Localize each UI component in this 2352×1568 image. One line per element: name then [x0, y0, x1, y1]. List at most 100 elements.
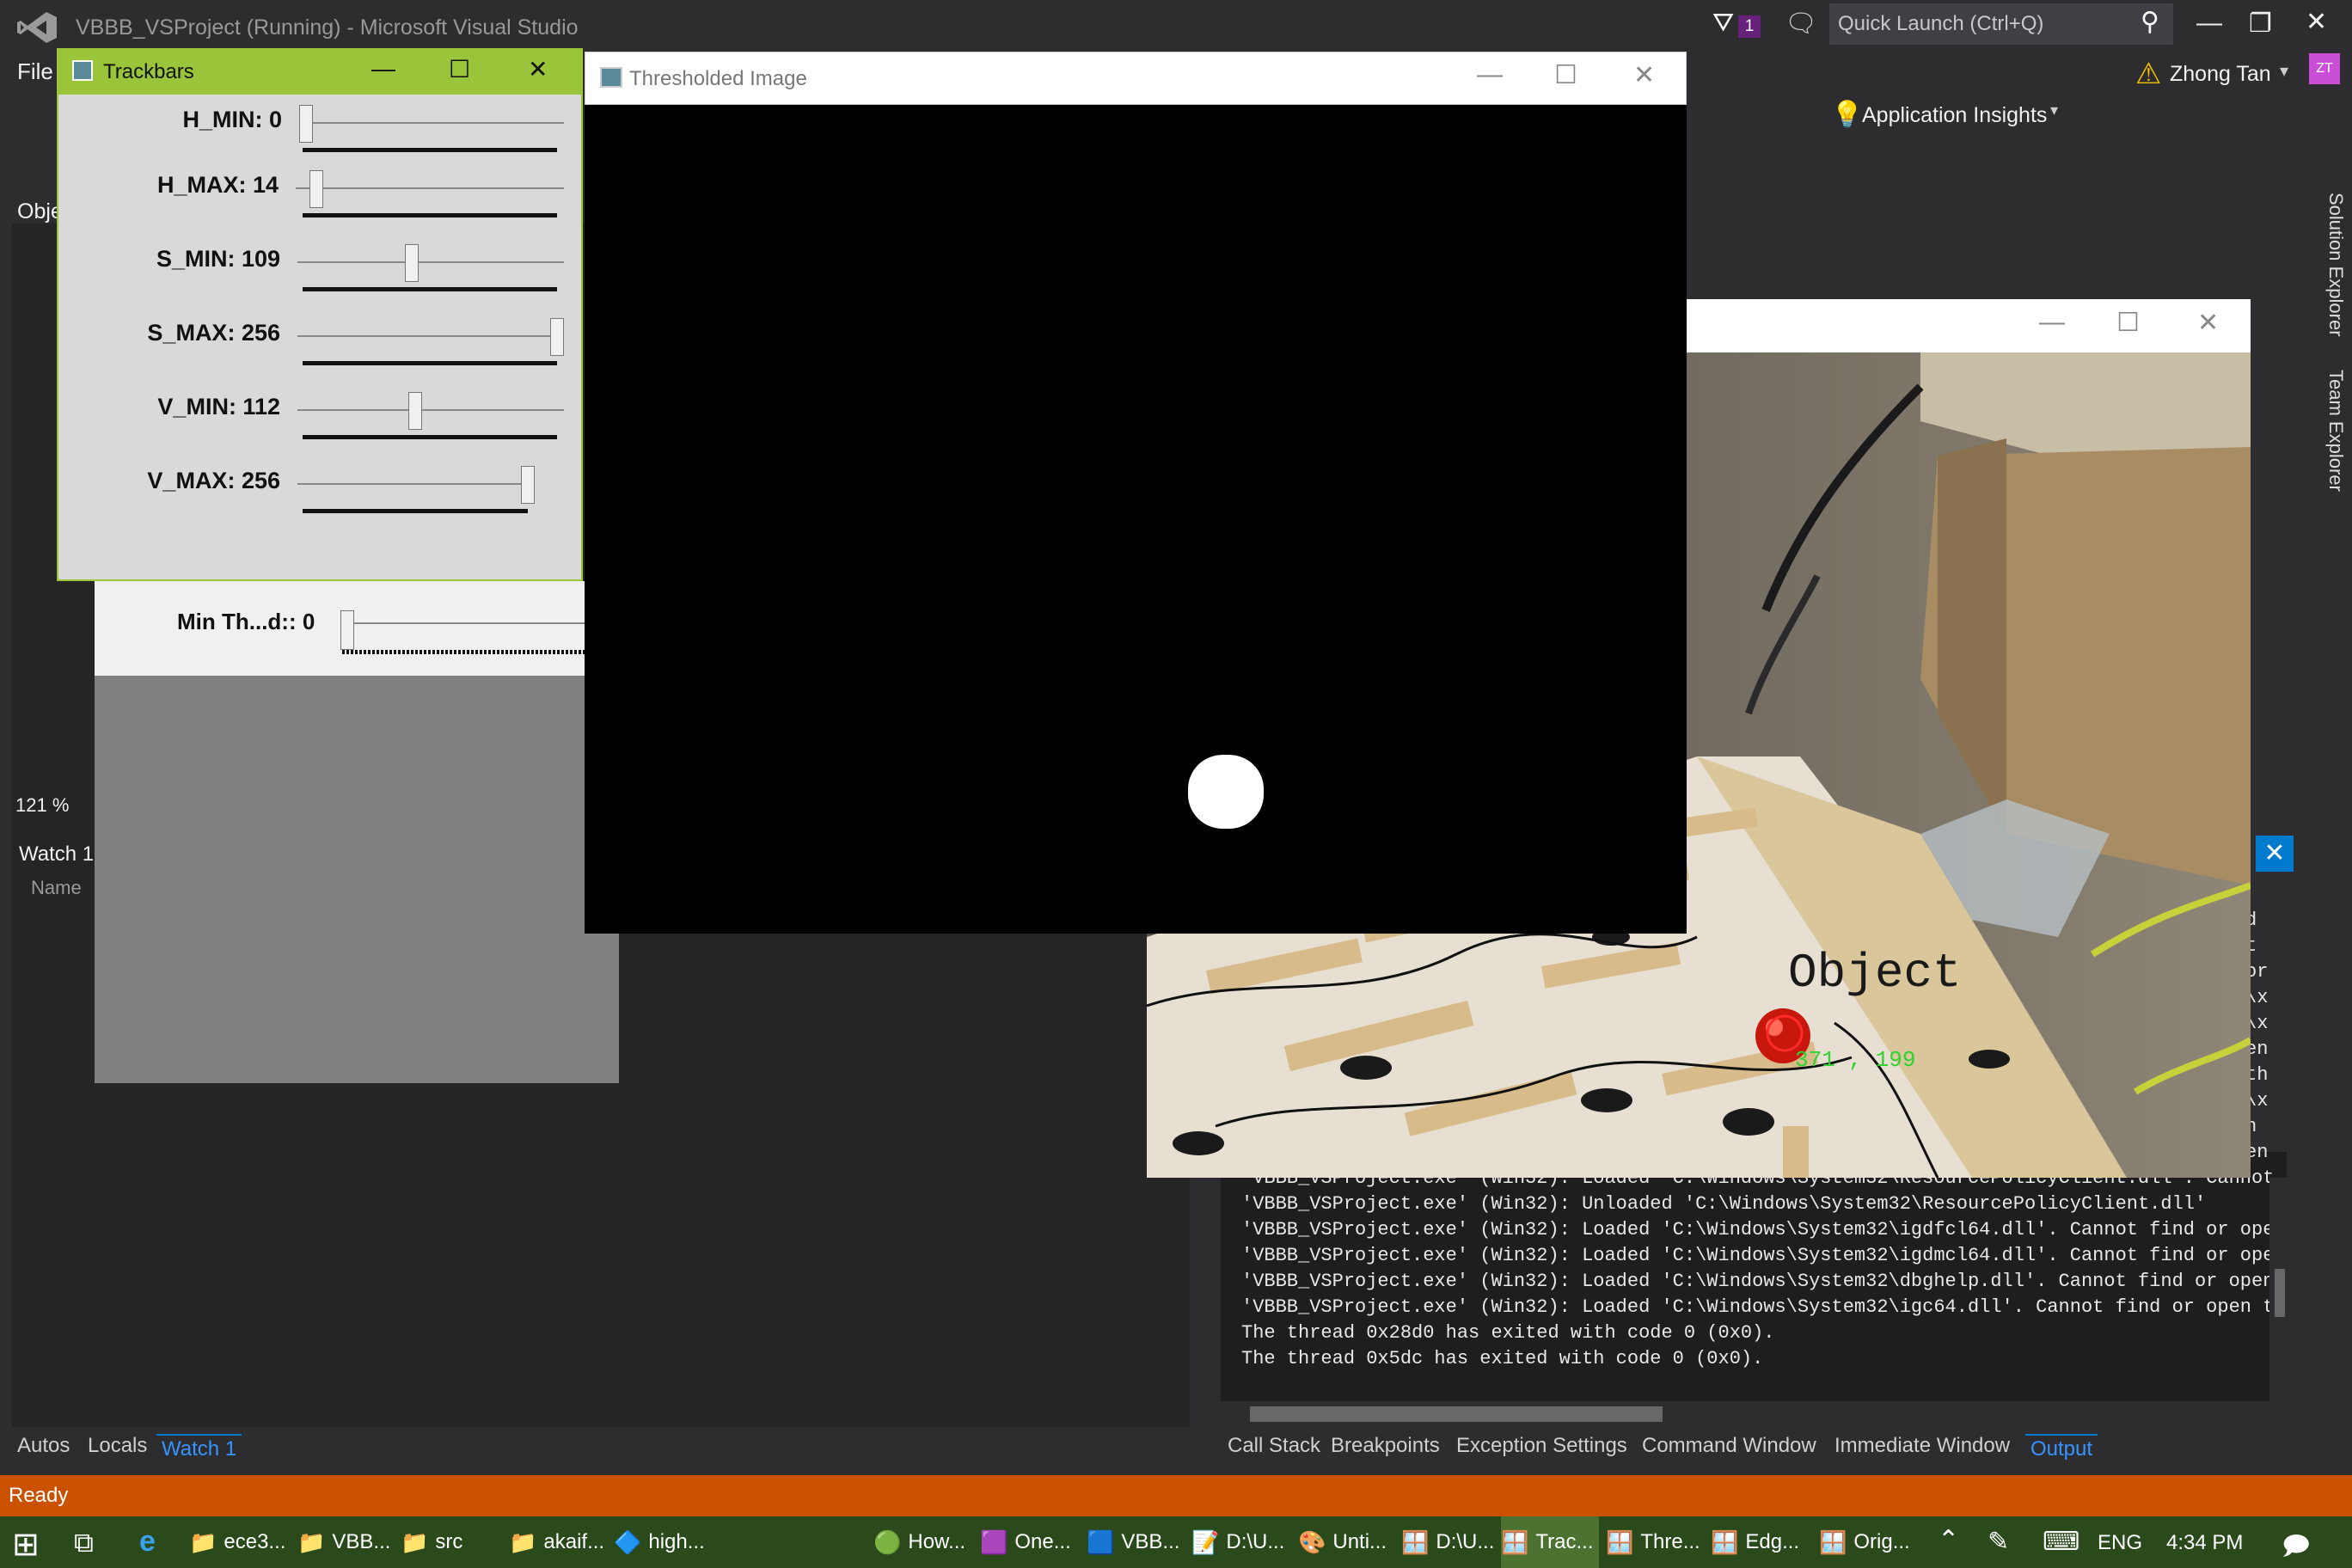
tab-solution-explorer[interactable]: Solution Explorer — [2324, 193, 2347, 337]
trackbar-underline — [303, 509, 528, 513]
trackbar-label: V_MIN: 112 — [157, 394, 280, 420]
side-tool-strip — [2304, 181, 2352, 1436]
menu-file[interactable]: File — [17, 58, 53, 85]
restore-button[interactable]: ❐ — [2249, 9, 2272, 39]
close-button[interactable]: ✕ — [1633, 60, 1655, 90]
minimize-button[interactable]: — — [1477, 60, 1503, 89]
language-indicator[interactable]: ENG — [2098, 1531, 2142, 1555]
app-icon: 📁 — [401, 1529, 429, 1555]
lightbulb-icon[interactable]: 💡 — [1831, 100, 1863, 130]
taskbar-item[interactable]: 🪟 D:\U... — [1401, 1516, 1496, 1568]
output-line: The thread 0x5dc has exited with code 0 … — [1241, 1348, 1764, 1369]
camera-window-titlebar — [1687, 299, 2251, 352]
minimize-button[interactable]: — — [2196, 9, 2222, 38]
tab-locals[interactable]: Locals — [88, 1434, 147, 1458]
status-text: Ready — [9, 1484, 69, 1507]
zoom-level[interactable]: 121 % — [15, 794, 69, 817]
trackbar-track[interactable] — [297, 335, 564, 337]
user-name[interactable]: Zhong Tan — [2170, 62, 2271, 87]
task-view-icon[interactable]: ⧉ — [74, 1527, 94, 1559]
maximize-button[interactable]: ☐ — [2116, 308, 2140, 338]
chevron-up-icon[interactable]: ⌃ — [1938, 1525, 1959, 1555]
taskbar-item[interactable]: 🪟 Edg... — [1711, 1516, 1809, 1568]
scrollbar-thumb[interactable] — [1250, 1406, 1663, 1422]
tab-watch1[interactable]: Watch 1 — [156, 1434, 242, 1463]
output-line: 'VBBB_VSProject.exe' (Win32): Loaded 'C:… — [1241, 1296, 2286, 1318]
window-title: VBBB_VSProject (Running) - Microsoft Vis… — [76, 15, 579, 40]
keyboard-icon[interactable]: ⌨ — [2043, 1527, 2079, 1557]
close-button[interactable]: ✕ — [528, 55, 548, 83]
taskbar-item[interactable]: 📝 D:\U... — [1191, 1516, 1291, 1568]
app-icon: 🪟 — [1606, 1529, 1634, 1555]
taskbar-item[interactable]: 🟪 One... — [980, 1516, 1080, 1568]
trackbar-track[interactable] — [297, 483, 535, 485]
taskbar-item[interactable]: 🎨 Unti... — [1298, 1516, 1396, 1568]
taskbar-item[interactable]: 📁 VBB... — [297, 1516, 394, 1568]
app-icon: 🪟 — [1819, 1529, 1847, 1555]
search-icon[interactable]: ⚲ — [2141, 7, 2159, 37]
edge-threshold-track[interactable] — [342, 622, 585, 624]
chevron-down-icon[interactable]: ▾ — [2050, 101, 2058, 119]
notification-count-badge[interactable]: 1 — [1738, 15, 1761, 38]
trackbar-thumb[interactable] — [407, 392, 422, 430]
taskbar-item[interactable]: 🪟 Trac... — [1501, 1516, 1599, 1568]
trackbar-thumb[interactable] — [550, 318, 564, 356]
app-icon: 🪟 — [1401, 1529, 1430, 1555]
tab-autos[interactable]: Autos — [17, 1434, 70, 1458]
tab-call-stack[interactable]: Call Stack — [1228, 1434, 1320, 1458]
tab-immediate-window[interactable]: Immediate Window — [1834, 1434, 2010, 1458]
visual-studio-logo-icon — [17, 12, 57, 43]
taskbar-item[interactable]: 🪟 Thre... — [1606, 1516, 1704, 1568]
tab-team-explorer[interactable]: Team Explorer — [2324, 370, 2347, 492]
window-icon — [600, 67, 622, 88]
feedback-icon[interactable]: 🗨 — [1785, 9, 1817, 39]
trackbar-thumb[interactable] — [521, 466, 535, 504]
taskbar-item[interactable]: 📁 akaif... — [509, 1516, 604, 1568]
edge-threshold-label: Min Th...d:: 0 — [177, 609, 315, 634]
taskbar-item-label: src — [435, 1530, 463, 1553]
trackbar-track[interactable] — [296, 187, 564, 189]
maximize-button[interactable]: ☐ — [1554, 60, 1577, 90]
taskbar-item-label: One... — [1014, 1530, 1071, 1553]
taskbar-item[interactable]: 🟢 How... — [873, 1516, 973, 1568]
trackbar-thumb[interactable] — [405, 244, 420, 282]
minimize-button[interactable]: — — [371, 55, 395, 83]
trackbar-thumb[interactable] — [299, 105, 313, 143]
trackbar-track[interactable] — [297, 409, 564, 411]
chevron-down-icon[interactable]: ▾ — [2280, 60, 2288, 82]
action-center-icon[interactable]: 🗩 — [2282, 1527, 2310, 1568]
taskbar-item-label: Trac... — [1535, 1530, 1594, 1553]
trackbar-track[interactable] — [299, 122, 564, 124]
trackbar-track[interactable] — [297, 261, 564, 263]
avatar[interactable]: ZT — [2309, 53, 2340, 84]
app-icon: 🔷 — [614, 1529, 642, 1555]
clock[interactable]: 4:34 PM — [2166, 1531, 2243, 1555]
filter-notifications-icon[interactable]: ⛛ — [1712, 9, 1734, 38]
taskbar-item[interactable]: 📁 ece3... — [189, 1516, 291, 1568]
pen-icon[interactable]: ✎ — [1988, 1527, 2009, 1557]
trackbar-underline — [303, 213, 557, 217]
maximize-button[interactable]: ☐ — [449, 55, 470, 83]
minimize-button[interactable]: — — [2039, 308, 2065, 337]
scrollbar-thumb[interactable] — [2275, 1269, 2285, 1317]
tab-output[interactable]: Output — [2025, 1434, 2098, 1463]
taskbar-item[interactable]: 🟦 VBB... — [1087, 1516, 1185, 1568]
close-button[interactable]: ✕ — [2306, 7, 2327, 37]
tab-breakpoints[interactable]: Breakpoints — [1331, 1434, 1440, 1458]
close-button[interactable]: ✕ — [2197, 308, 2219, 338]
taskbar-item-label: Unti... — [1332, 1530, 1387, 1553]
trackbar-thumb[interactable] — [309, 170, 324, 208]
edge-map-window — [95, 581, 585, 676]
taskbar-item-label: Edg... — [1745, 1530, 1800, 1553]
tab-command-window[interactable]: Command Window — [1642, 1434, 1816, 1458]
taskbar-item[interactable]: 🔷 high... — [614, 1516, 708, 1568]
taskbar-item[interactable]: 📁 src — [401, 1516, 495, 1568]
close-panel-icon[interactable]: ✕ — [2256, 836, 2294, 872]
tab-exception-settings[interactable]: Exception Settings — [1456, 1434, 1627, 1458]
taskbar-item[interactable]: 🪟 Orig... — [1819, 1516, 1920, 1568]
windows-start-icon[interactable]: ⊞ — [12, 1525, 40, 1564]
warning-icon[interactable]: ⚠ — [2135, 57, 2161, 91]
edge-threshold-slider-thumb[interactable] — [340, 610, 354, 650]
edge-browser-icon[interactable]: e — [139, 1525, 156, 1559]
application-insights-button[interactable]: Application Insights — [1862, 103, 2047, 128]
